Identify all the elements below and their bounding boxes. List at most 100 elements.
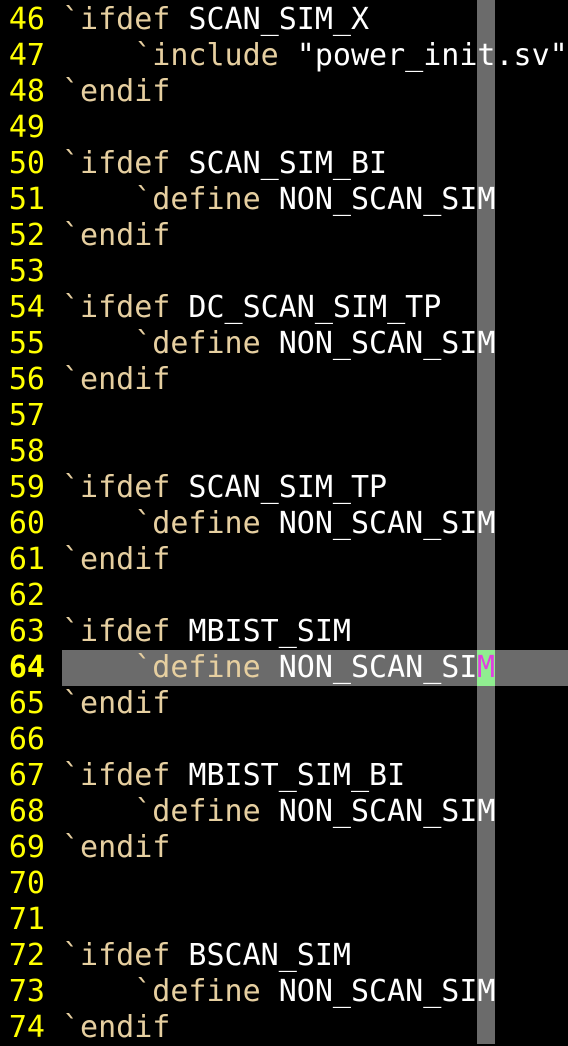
preprocessor-directive: `ifdef [62,2,171,37]
preprocessor-directive: `endif [62,218,171,253]
line-text[interactable]: `endif [62,362,568,398]
identifier: NON_SCAN_SI [260,650,478,685]
line-text[interactable]: `endif [62,542,568,578]
line-number: 48 [8,74,45,109]
code-line[interactable]: 62 [0,578,568,614]
line-text[interactable]: `endif [62,1010,568,1046]
line-number: 47 [8,38,45,73]
code-line[interactable]: 59 `ifdef SCAN_SIM_TP [0,470,568,506]
code-line[interactable]: 54 `ifdef DC_SCAN_SIM_TP [0,290,568,326]
line-text[interactable] [62,866,568,902]
line-number: 74 [8,1010,45,1045]
line-number: 56 [8,362,45,397]
line-number: 71 [8,902,45,937]
line-number: 54 [8,290,45,325]
line-text[interactable] [62,722,568,758]
line-text[interactable]: `define NON_SCAN_SIM [62,326,568,362]
code-line[interactable]: 53 [0,254,568,290]
code-line[interactable]: 46 `ifdef SCAN_SIM_X [0,2,568,38]
line-text[interactable]: `endif [62,218,568,254]
line-text[interactable] [62,902,568,938]
line-text[interactable] [62,434,568,470]
preprocessor-directive: `ifdef [62,614,171,649]
line-number: 73 [8,974,45,1009]
line-number: 63 [8,614,45,649]
code-line[interactable]: 65 `endif [0,686,568,722]
code-line[interactable]: 58 [0,434,568,470]
preprocessor-directive: `ifdef [62,470,171,505]
line-text[interactable] [62,398,568,434]
identifier: SCAN_SIM_X [170,2,370,37]
line-text[interactable]: `define NON_SCAN_SIM [62,794,568,830]
code-line[interactable]: 63 `ifdef MBIST_SIM [0,614,568,650]
identifier: SCAN_SIM_TP [170,470,388,505]
line-text[interactable]: `ifdef SCAN_SIM_BI [62,146,568,182]
code-line[interactable]: 69 `endif [0,830,568,866]
preprocessor-directive: `ifdef [62,758,171,793]
line-text[interactable] [62,110,568,146]
line-text[interactable]: `define NON_SCAN_SIM [62,650,568,686]
text-cursor: M [477,650,496,686]
line-number: 49 [8,110,45,145]
code-line[interactable]: 52 `endif [0,218,568,254]
line-number: 70 [8,866,45,901]
line-text[interactable]: `ifdef MBIST_SIM_BI [62,758,568,794]
line-text[interactable]: `endif [62,686,568,722]
code-line[interactable]: 55 `define NON_SCAN_SIM [0,326,568,362]
code-line[interactable]: 47 `include "power_init.sv" [0,38,568,74]
line-text[interactable]: `include "power_init.sv" [62,38,568,74]
code-line[interactable]: 70 [0,866,568,902]
line-text[interactable]: `define NON_SCAN_SIM [62,506,568,542]
line-number: 60 [8,506,45,541]
preprocessor-directive: `ifdef [62,938,171,973]
line-text[interactable] [62,254,568,290]
preprocessor-directive: `endif [62,686,171,721]
preprocessor-directive: `define [62,974,261,1009]
preprocessor-directive: `endif [62,74,171,109]
line-number: 59 [8,470,45,505]
line-number: 68 [8,794,45,829]
code-line[interactable]: 73 `define NON_SCAN_SIM [0,974,568,1010]
line-text[interactable]: `ifdef MBIST_SIM [62,614,568,650]
line-number: 69 [8,830,45,865]
line-text[interactable] [62,578,568,614]
preprocessor-directive: `define [62,182,261,217]
line-text[interactable]: `ifdef DC_SCAN_SIM_TP [62,290,568,326]
line-text[interactable]: `ifdef SCAN_SIM_X [62,2,568,38]
code-line[interactable]: 66 [0,722,568,758]
code-line[interactable]: 48 `endif [0,74,568,110]
code-line[interactable]: 56 `endif [0,362,568,398]
line-text[interactable]: `define NON_SCAN_SIM [62,974,568,1010]
code-line[interactable]: 71 [0,902,568,938]
code-line[interactable]: 74 `endif [0,1010,568,1046]
line-text[interactable]: `endif [62,830,568,866]
line-number: 72 [8,938,45,973]
code-line[interactable]: 60 `define NON_SCAN_SIM [0,506,568,542]
code-editor[interactable]: 46 `ifdef SCAN_SIM_X 47 `include "power_in… [0,2,568,1046]
line-text[interactable]: `ifdef BSCAN_SIM [62,938,568,974]
identifier: SCAN_SIM_BI [170,146,388,181]
line-number: 57 [8,398,45,433]
code-line[interactable]: 68 `define NON_SCAN_SIM [0,794,568,830]
line-text[interactable]: `define NON_SCAN_SIM [62,182,568,218]
line-number: 66 [8,722,45,757]
line-number: 58 [8,434,45,469]
code-line[interactable]: 51 `define NON_SCAN_SIM [0,182,568,218]
identifier: NON_SCAN_SIM [260,506,496,541]
code-line[interactable]: 50 `ifdef SCAN_SIM_BI [0,146,568,182]
line-number: 64 [8,650,45,685]
identifier: DC_SCAN_SIM_TP [170,290,442,325]
code-line[interactable]: 57 [0,398,568,434]
code-line[interactable]: 49 [0,110,568,146]
line-text[interactable]: `endif [62,74,568,110]
code-line[interactable]: 67 `ifdef MBIST_SIM_BI [0,758,568,794]
line-number: 46 [8,2,45,37]
identifier: "power_init.sv" [278,38,568,73]
code-line[interactable]: 72 `ifdef BSCAN_SIM [0,938,568,974]
code-line[interactable]: 64 `define NON_SCAN_SI M [0,650,568,686]
code-line[interactable]: 61 `endif [0,542,568,578]
line-text[interactable]: `ifdef SCAN_SIM_TP [62,470,568,506]
line-number: 65 [8,686,45,721]
line-number: 55 [8,326,45,361]
line-number: 62 [8,578,45,613]
